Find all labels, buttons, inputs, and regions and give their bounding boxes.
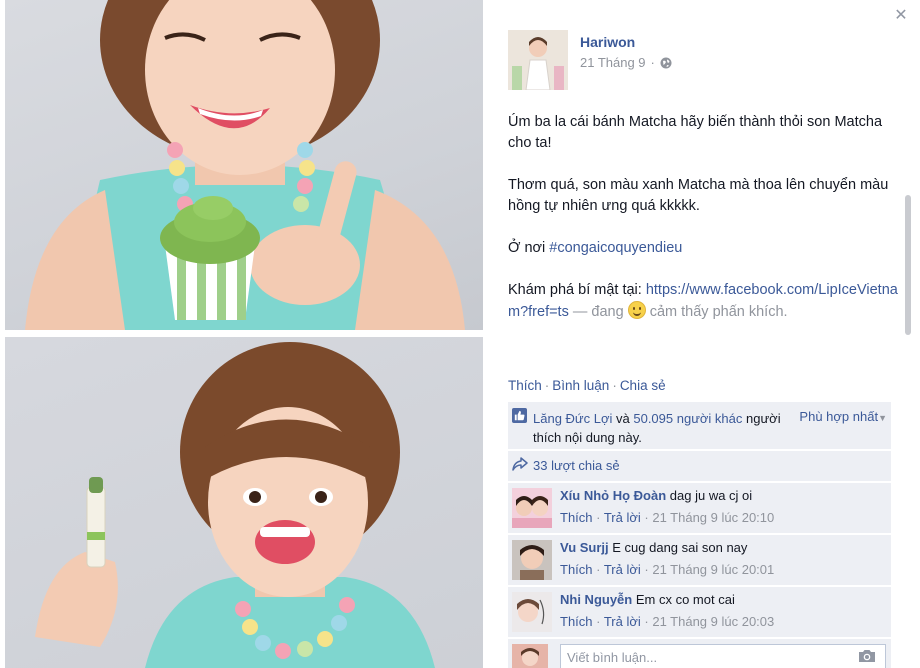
comment-reply-action[interactable]: Trả lời <box>604 562 641 577</box>
commenter-avatar[interactable] <box>512 488 552 528</box>
feeling-prefix: — đang <box>568 304 628 320</box>
commenter-avatar-illustration <box>512 592 552 632</box>
viewer-avatar <box>512 644 548 668</box>
shares-summary: 33 lượt chia sẻ <box>508 451 891 481</box>
comment-composer <box>508 639 891 668</box>
commenter-name[interactable]: Xíu Nhỏ Họ Đoàn <box>560 488 666 503</box>
meta-separator: · <box>650 55 655 70</box>
comment-item: Vu Surjj E cug dang sai son nay Thích · … <box>508 535 891 585</box>
globe-icon[interactable] <box>660 57 672 69</box>
photo-cupcake-illustration <box>25 0 465 330</box>
post-date[interactable]: 21 Tháng 9 <box>580 55 646 70</box>
commenter-avatar[interactable] <box>512 592 552 632</box>
chevron-down-icon: ▼ <box>878 413 887 423</box>
comment-timestamp[interactable]: 21 Tháng 9 lúc 20:10 <box>652 510 774 525</box>
camera-icon[interactable] <box>858 649 876 663</box>
post-text: Úm ba la cái bánh Matcha hãy biến thành … <box>508 112 898 344</box>
post-paragraph-3: Ở nơi #congaicoquyendieu <box>508 238 898 259</box>
like-thumb-icon <box>512 408 527 423</box>
photo-lipstick-illustration <box>35 342 435 668</box>
likes-summary: Lăng Đức Lợi và 50.095 người khác người … <box>508 402 891 449</box>
author-avatar[interactable] <box>508 30 568 90</box>
author-name[interactable]: Hariwon <box>580 34 635 50</box>
comment-item: Nhi Nguyễn Em cx co mot cai Thích · Trả … <box>508 587 891 637</box>
feeling-suffix: cảm thấy phấn khích. <box>645 304 788 320</box>
comment-meta: Thích · Trả lời · 21 Tháng 9 lúc 20:01 <box>560 562 775 577</box>
comment-text: Em cx co mot cai <box>635 592 735 607</box>
post-actions: Thích · Bình luận · Chia sẻ <box>508 378 666 393</box>
post-paragraph-1: Úm ba la cái bánh Matcha hãy biến thành … <box>508 114 883 151</box>
smiley-icon <box>627 301 646 319</box>
comment-like-action[interactable]: Thích <box>560 510 593 525</box>
photo-panel <box>0 0 488 668</box>
hashtag-link[interactable]: #congaicoquyendieu <box>549 240 682 256</box>
post-panel: Hariwon 21 Tháng 9 · Úm ba la cái bánh M… <box>496 0 906 668</box>
likes-others-link[interactable]: 50.095 người khác <box>633 411 742 426</box>
commenter-avatar-illustration <box>512 488 552 528</box>
sort-label: Phù hợp nhất <box>799 409 879 424</box>
share-icon <box>512 457 528 471</box>
comment-meta: Thích · Trả lời · 21 Tháng 9 lúc 20:10 <box>560 510 775 525</box>
comment-action[interactable]: Bình luận <box>552 378 609 393</box>
comment-timestamp[interactable]: 21 Tháng 9 lúc 20:01 <box>652 562 774 577</box>
comment-item: Xíu Nhỏ Họ Đoàn dag ju wa cj oi Thích · … <box>508 483 891 533</box>
comment-input[interactable] <box>560 644 886 668</box>
post-paragraph-2: Thơm quá, son màu xanh Matcha mà thoa lê… <box>508 177 889 214</box>
post-paragraph-4: Khám phá bí mật tại: https://www.faceboo… <box>508 280 898 323</box>
viewer-avatar-illustration <box>512 644 548 668</box>
likes-text: Lăng Đức Lợi và 50.095 người khác người … <box>533 409 783 447</box>
commenter-name[interactable]: Vu Surjj <box>560 540 609 555</box>
author-avatar-illustration <box>508 30 568 90</box>
post-meta: 21 Tháng 9 · <box>580 55 672 70</box>
paragraph-3-prefix: Ở nơi <box>508 240 550 256</box>
shares-link[interactable]: 33 lượt chia sẻ <box>533 458 620 473</box>
photo-lipstick[interactable] <box>5 337 483 668</box>
commenter-name[interactable]: Nhi Nguyễn <box>560 592 632 607</box>
photo-cupcake[interactable] <box>5 0 483 330</box>
comment-text: dag ju wa cj oi <box>669 488 753 503</box>
paragraph-4-prefix: Khám phá bí mật tại: <box>508 282 646 298</box>
like-action[interactable]: Thích <box>508 378 542 393</box>
comment-like-action[interactable]: Thích <box>560 614 593 629</box>
comment-reply-action[interactable]: Trả lời <box>604 614 641 629</box>
commenter-avatar-illustration <box>512 540 552 580</box>
action-separator: · <box>544 378 550 393</box>
comment-sort-select[interactable]: Phù hợp nhất▼ <box>799 409 887 424</box>
action-separator: · <box>612 378 617 393</box>
likes-and: và <box>612 411 634 426</box>
comment-text: E cug dang sai son nay <box>612 540 748 555</box>
commenter-avatar[interactable] <box>512 540 552 580</box>
comment-content: Xíu Nhỏ Họ Đoàn dag ju wa cj oi <box>560 488 752 503</box>
share-action[interactable]: Chia sẻ <box>620 378 666 393</box>
comment-like-action[interactable]: Thích <box>560 562 593 577</box>
comment-meta: Thích · Trả lời · 21 Tháng 9 lúc 20:03 <box>560 614 775 629</box>
comment-timestamp[interactable]: 21 Tháng 9 lúc 20:03 <box>652 614 774 629</box>
liker-name[interactable]: Lăng Đức Lợi <box>533 411 612 426</box>
comment-content: Vu Surjj E cug dang sai son nay <box>560 540 747 555</box>
comment-content: Nhi Nguyễn Em cx co mot cai <box>560 592 735 607</box>
comment-reply-action[interactable]: Trả lời <box>604 510 641 525</box>
